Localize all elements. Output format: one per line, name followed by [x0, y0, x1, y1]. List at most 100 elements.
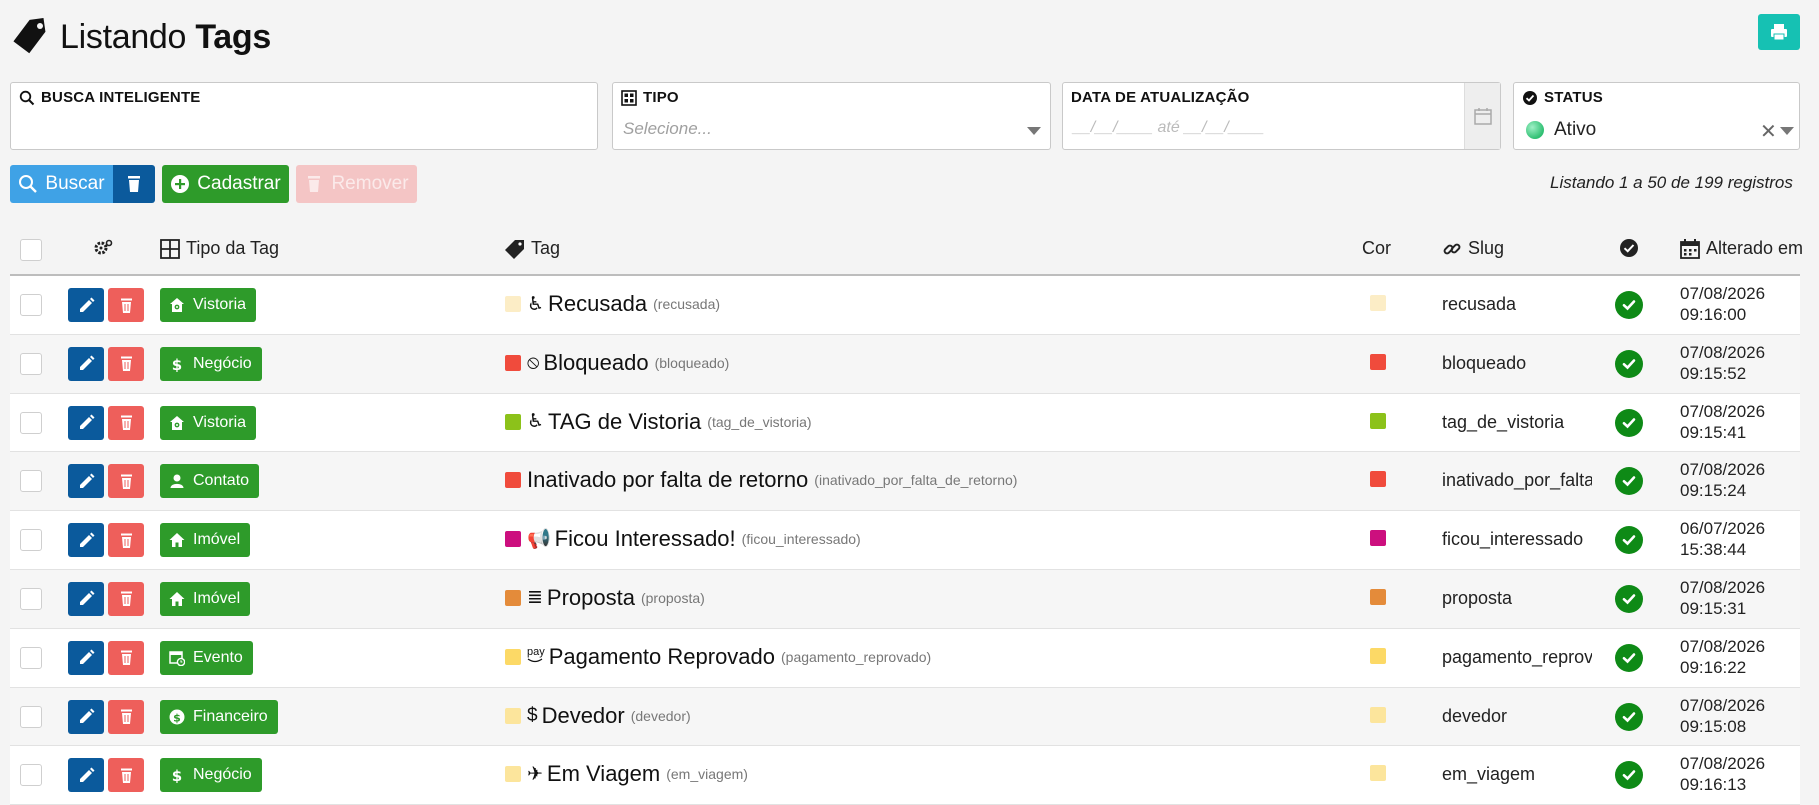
trash-icon — [120, 650, 132, 666]
delete-button[interactable] — [108, 699, 144, 734]
edit-button[interactable] — [68, 581, 104, 616]
status-column-header[interactable] — [1619, 238, 1639, 258]
pencil-icon — [79, 767, 94, 782]
tag-slug-hint: (tag_de_vistoria) — [707, 413, 812, 430]
add-button[interactable]: Cadastrar — [162, 165, 289, 203]
remove-button[interactable]: Remover — [296, 165, 417, 203]
updated-at-cell: 07/08/2026 09:15:41 — [1680, 401, 1765, 443]
status-select[interactable]: STATUS Ativo ✕ — [1513, 82, 1800, 150]
row-checkbox[interactable] — [20, 352, 42, 375]
table-row: Vistoria ♿ TAG de Vistoria (tag_de_visto… — [10, 393, 1800, 453]
tipo-filter-label: TIPO — [621, 89, 679, 106]
tag-color-swatch — [505, 707, 521, 724]
tag-color-swatch — [505, 472, 521, 489]
pencil-icon — [79, 649, 94, 665]
delete-button[interactable] — [108, 758, 144, 793]
edit-button[interactable] — [68, 464, 104, 499]
chevron-down-icon[interactable] — [1780, 127, 1794, 135]
delete-button[interactable] — [108, 640, 144, 675]
tag-slug-hint: (ficou_interessado) — [741, 531, 861, 548]
updated-time: 15:38:44 — [1680, 540, 1747, 560]
edit-button[interactable] — [68, 758, 104, 793]
tag-name: Pagamento Reprovado — [548, 643, 776, 669]
tag-type-label: Financeiro — [193, 707, 268, 725]
tag-header-label: Tag — [531, 238, 561, 258]
updated-time: 09:15:52 — [1680, 363, 1747, 383]
wheelchair-icon: ♿ — [527, 411, 545, 433]
pencil-icon — [79, 355, 94, 371]
color-swatch — [1370, 588, 1386, 605]
delete-button[interactable] — [108, 581, 144, 616]
row-checkbox[interactable] — [20, 411, 42, 434]
slug-cell: em_viagem — [1442, 764, 1536, 785]
updated-time: 09:15:41 — [1680, 422, 1747, 442]
row-checkbox[interactable] — [20, 764, 42, 787]
tipo-column-header[interactable]: Tipo da Tag — [160, 238, 279, 259]
clear-icon[interactable]: ✕ — [1760, 119, 1777, 144]
tag-type-badge: Vistoria — [160, 405, 257, 440]
row-checkbox[interactable] — [20, 529, 42, 552]
calendar-button[interactable] — [1464, 83, 1500, 149]
updated-date: 07/08/2026 — [1680, 754, 1766, 774]
updated-date: 06/07/2026 — [1680, 519, 1766, 539]
edit-button[interactable] — [68, 346, 104, 381]
printer-icon — [1771, 24, 1787, 41]
row-checkbox[interactable] — [20, 587, 42, 610]
row-checkbox[interactable] — [20, 470, 42, 493]
tag-column-header[interactable]: Tag — [505, 238, 560, 259]
date-range-input[interactable]: DATA DE ATUALIZAÇÃO __/__/____ até __/__… — [1062, 82, 1501, 150]
search-button[interactable]: Buscar — [10, 165, 113, 203]
pencil-icon — [79, 590, 94, 606]
row-checkbox[interactable] — [20, 294, 42, 316]
slug-cell: bloqueado — [1442, 352, 1527, 373]
edit-button[interactable] — [68, 405, 104, 440]
page-title-prefix: Listando — [60, 17, 187, 56]
updated-date: 07/08/2026 — [1680, 695, 1766, 715]
delete-button[interactable] — [108, 288, 144, 322]
slug-cell: pagamento_reprovado — [1442, 646, 1592, 667]
updated-at-cell: 07/08/2026 09:15:08 — [1680, 695, 1765, 737]
active-status-icon — [1615, 643, 1643, 672]
edit-button[interactable] — [68, 640, 104, 675]
tipo-select[interactable]: TIPO Selecione... — [612, 82, 1051, 150]
delete-button[interactable] — [108, 405, 144, 440]
active-status-icon — [1615, 291, 1643, 319]
alterado-column-header[interactable]: Alterado em — [1680, 238, 1803, 259]
updated-time: 09:16:22 — [1680, 657, 1747, 677]
select-all-checkbox[interactable] — [20, 239, 42, 261]
tag-cell: ⦸ Bloqueado (bloqueado) — [505, 350, 729, 376]
status-label-text: STATUS — [1544, 89, 1603, 106]
table-row: Imóvel ≣ Proposta (proposta) proposta 07… — [10, 569, 1800, 629]
active-dot-icon — [1526, 121, 1544, 139]
tag-cell: $ Devedor (devedor) — [505, 703, 691, 729]
edit-button[interactable] — [68, 699, 104, 734]
active-status-icon — [1615, 584, 1643, 613]
delete-button[interactable] — [108, 346, 144, 381]
row-checkbox[interactable] — [20, 646, 42, 669]
active-status-icon — [1615, 702, 1643, 731]
slug-column-header[interactable]: Slug — [1442, 238, 1504, 259]
clear-filters-button[interactable] — [113, 165, 155, 203]
trash-icon — [120, 768, 132, 783]
print-button[interactable] — [1758, 14, 1800, 50]
delete-button[interactable] — [108, 523, 144, 558]
wheelchair-icon: ♿ — [527, 293, 545, 315]
tag-slug-hint: (pagamento_reprovado) — [781, 648, 932, 665]
tag-slug-hint: (devedor) — [630, 707, 691, 724]
updated-at-cell: 07/08/2026 09:15:24 — [1680, 459, 1765, 501]
trash-icon — [120, 415, 132, 431]
chevron-down-icon[interactable] — [1027, 127, 1041, 135]
tag-type-label: Contato — [193, 472, 250, 490]
tag-name: Em Viagem — [546, 761, 661, 787]
updated-time: 09:15:08 — [1680, 716, 1747, 736]
tag-color-swatch — [505, 648, 521, 665]
edit-button[interactable] — [68, 288, 104, 322]
tipo-header-label: Tipo da Tag — [186, 238, 280, 258]
edit-button[interactable] — [68, 523, 104, 558]
row-checkbox[interactable] — [20, 705, 42, 728]
cor-column-header[interactable]: Cor — [1362, 238, 1391, 259]
updated-date: 07/08/2026 — [1680, 342, 1766, 362]
tag-cell: ♿ Recusada (recusada) — [505, 291, 720, 317]
search-filter[interactable]: BUSCA INTELIGENTE — [10, 82, 598, 150]
delete-button[interactable] — [108, 464, 144, 499]
